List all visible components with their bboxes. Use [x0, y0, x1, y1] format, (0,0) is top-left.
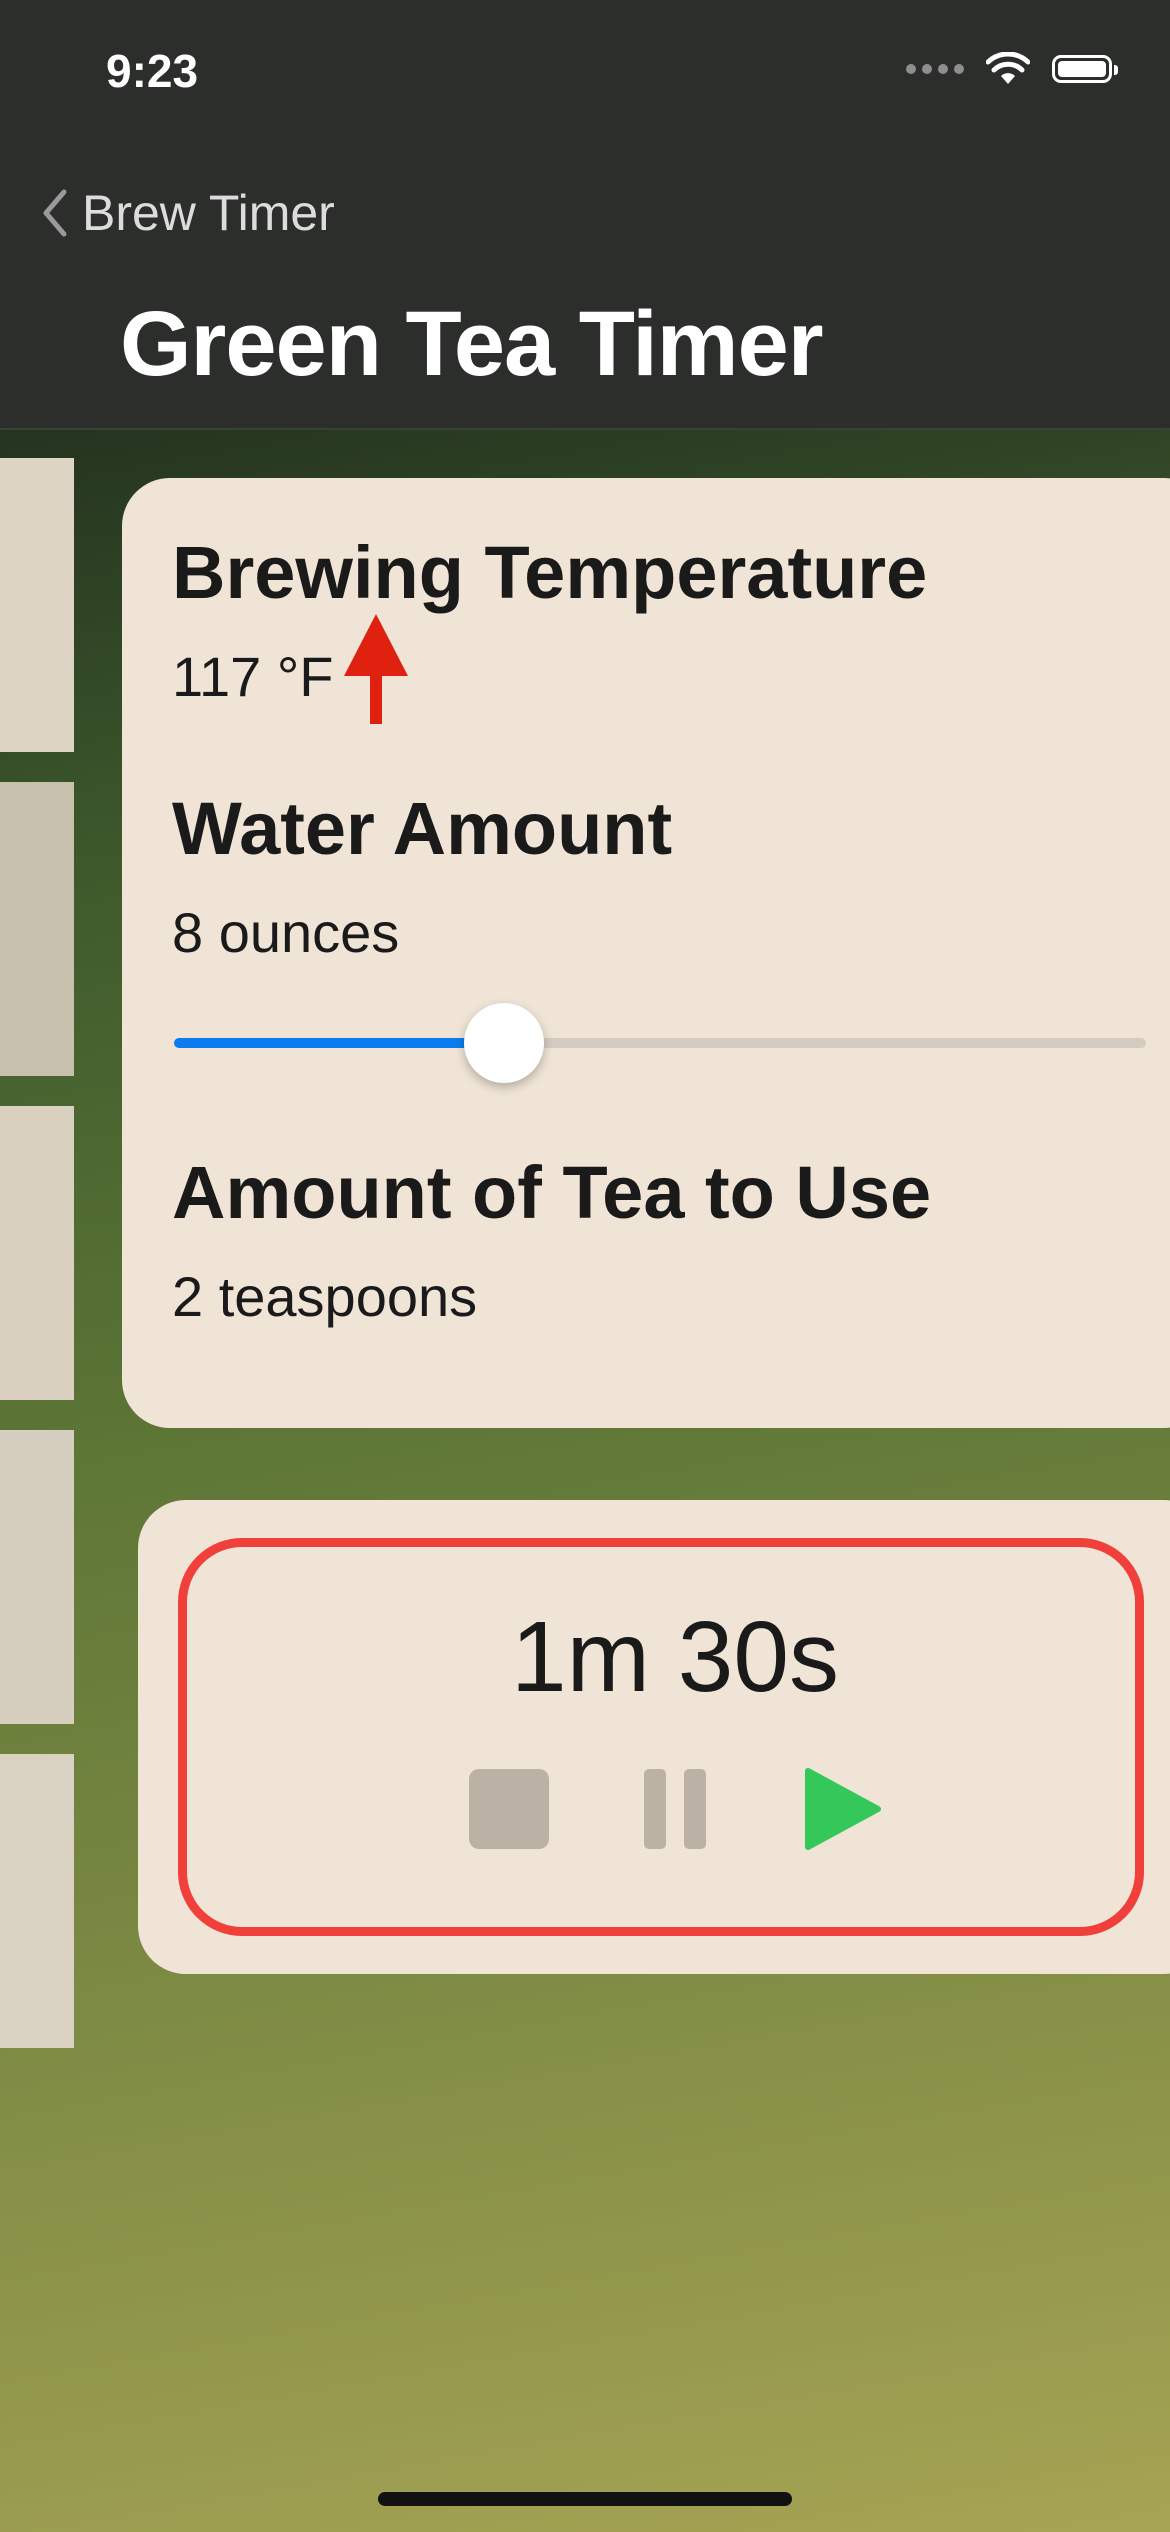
slider-fill [174, 1038, 505, 1048]
side-tile[interactable] [0, 1754, 74, 2048]
back-label: Brew Timer [82, 185, 335, 241]
water-heading: Water Amount [172, 787, 673, 870]
home-indicator[interactable] [378, 2492, 792, 2506]
pause-button[interactable] [634, 1768, 716, 1850]
timer-display: 1m 30s [511, 1601, 839, 1713]
timer-controls [138, 1768, 1170, 1850]
tea-info-card: Brewing Temperature 117 °F Water Amount … [122, 478, 1170, 1428]
side-tile[interactable] [0, 458, 74, 752]
side-tile[interactable] [0, 1106, 74, 1400]
annotation-arrow-icon [344, 614, 408, 724]
page-title: Green Tea Timer [120, 293, 824, 395]
water-value: 8 ounces [172, 901, 400, 964]
timer-highlight-outline [178, 1538, 1144, 1936]
play-button[interactable] [800, 1768, 882, 1850]
battery-icon [1052, 55, 1118, 83]
screen: 9:23 Brew Timer Green Tea Timer Brewing … [0, 0, 1170, 2532]
stop-icon [469, 1769, 549, 1849]
navigation-bar: 9:23 Brew Timer Green Tea Timer [0, 0, 1170, 430]
tea-amount-value: 2 teaspoons [172, 1265, 478, 1328]
pause-icon [644, 1769, 706, 1849]
side-tile[interactable] [0, 782, 74, 1076]
temperature-heading: Brewing Temperature [172, 531, 928, 614]
tea-amount-heading: Amount of Tea to Use [172, 1151, 932, 1234]
status-time: 9:23 [106, 45, 199, 97]
play-icon [805, 1768, 881, 1850]
chevron-left-icon [43, 189, 67, 237]
temperature-value: 117 °F [172, 645, 334, 708]
side-tile[interactable] [0, 1430, 74, 1724]
timer-card: 1m 30s [138, 1500, 1170, 1974]
back-button[interactable]: Brew Timer [40, 184, 335, 242]
cellular-icon [906, 64, 964, 74]
water-amount-slider[interactable] [174, 1002, 1146, 1083]
slider-thumb[interactable] [464, 1003, 545, 1083]
wifi-icon [986, 52, 1030, 84]
status-icons [906, 52, 1118, 86]
stop-button[interactable] [468, 1768, 550, 1850]
